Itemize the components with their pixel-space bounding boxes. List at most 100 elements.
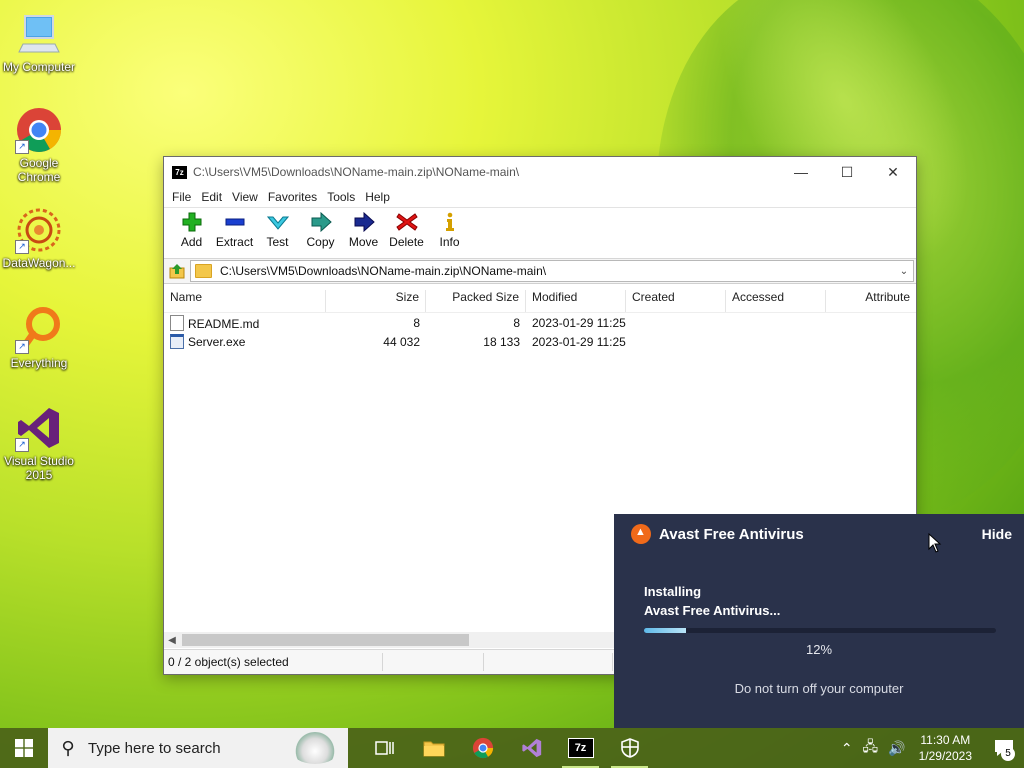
file-packed-size: 8 xyxy=(513,315,520,330)
file-modified: 2023-01-29 11:25 xyxy=(532,315,626,330)
task-view-button[interactable] xyxy=(360,728,409,768)
taskbar-file-explorer[interactable] xyxy=(409,728,458,768)
delete-label: Delete xyxy=(389,235,424,249)
column-created[interactable]: Created xyxy=(626,290,726,312)
desktop-icon-datawagon[interactable]: ↗ DataWagon... xyxy=(0,206,78,270)
search-icon: ⚲ xyxy=(61,737,75,758)
search-highlight-image xyxy=(290,732,340,764)
menu-favorites[interactable]: Favorites xyxy=(263,190,322,204)
extract-button[interactable]: Extract xyxy=(213,208,256,258)
title-bar[interactable]: 7z C:\Users\VM5\Downloads\NOName-main.zi… xyxy=(164,157,916,187)
move-label: Move xyxy=(348,235,379,249)
clock-date: 1/29/2023 xyxy=(918,749,972,763)
test-label: Test xyxy=(266,235,289,249)
visual-studio-icon xyxy=(521,738,541,758)
clock[interactable]: 11:30 AM 1/29/2023 xyxy=(919,732,972,764)
install-line2: Avast Free Antivirus... xyxy=(644,603,781,618)
progress-fill xyxy=(644,628,687,633)
desktop-icon-label: DataWagon... xyxy=(2,256,76,270)
file-size: 44 032 xyxy=(383,334,420,349)
do-not-turn-off-warning: Do not turn off your computer xyxy=(734,681,904,696)
menu-file[interactable]: File xyxy=(167,190,196,204)
window-title: C:\Users\VM5\Downloads\NOName-main.zip\N… xyxy=(193,165,520,179)
volume-icon[interactable]: 🔊 xyxy=(888,740,905,757)
desktop-icon-google-chrome[interactable]: ↗ Google Chrome xyxy=(0,106,78,184)
chevron-up-icon[interactable]: ⌃ xyxy=(841,740,853,757)
shortcut-arrow-icon: ↗ xyxy=(15,240,29,254)
menu-tools[interactable]: Tools xyxy=(322,190,360,204)
add-button[interactable]: Add xyxy=(170,208,213,258)
start-button[interactable] xyxy=(0,728,48,768)
menu-edit[interactable]: Edit xyxy=(196,190,227,204)
windows-logo-icon xyxy=(15,739,33,757)
file-size: 8 xyxy=(413,315,420,330)
file-row[interactable]: Server.exe 44 032 18 133 2023-01-29 11:2… xyxy=(164,332,916,351)
search-placeholder: Type here to search xyxy=(88,739,221,757)
column-headers: Name Size Packed Size Modified Created A… xyxy=(164,290,916,313)
desktop-icon-everything[interactable]: ↗ Everything xyxy=(0,306,78,370)
clock-time: 11:30 AM xyxy=(920,733,971,747)
desktop-icon-my-computer[interactable]: My Computer xyxy=(0,10,78,74)
add-label: Add xyxy=(180,235,203,249)
move-button[interactable]: Move xyxy=(342,208,385,258)
avast-install-panel: Avast Free Antivirus Hide Installing Ava… xyxy=(614,514,1024,728)
path-input[interactable]: C:\Users\VM5\Downloads\NOName-main.zip\N… xyxy=(190,260,914,282)
delete-button[interactable]: Delete xyxy=(385,208,428,258)
minimize-button[interactable]: — xyxy=(778,157,824,187)
taskbar-7zip[interactable]: 7z xyxy=(556,728,605,768)
hide-button[interactable]: Hide xyxy=(982,526,1012,542)
visual-studio-icon: ↗ xyxy=(15,404,63,452)
install-status-text: Installing Avast Free Antivirus... xyxy=(644,582,780,620)
desktop-icon-visual-studio[interactable]: ↗ Visual Studio 2015 xyxy=(0,404,78,482)
test-button[interactable]: Test xyxy=(256,208,299,258)
column-modified[interactable]: Modified xyxy=(526,290,626,312)
info-button[interactable]: Info xyxy=(428,208,471,258)
column-size[interactable]: Size xyxy=(326,290,426,312)
taskbar-visual-studio[interactable] xyxy=(507,728,556,768)
taskbar: ⚲ Type here to search 7z ⌃ 🖧 🔊 11:30 AM … xyxy=(0,728,1024,768)
desktop-icon-label: Visual Studio 2015 xyxy=(4,454,74,482)
scroll-left-icon[interactable]: ◀ xyxy=(164,635,180,646)
folder-icon xyxy=(195,264,212,278)
taskbar-chrome[interactable] xyxy=(458,728,507,768)
shortcut-arrow-icon: ↗ xyxy=(15,340,29,354)
info-label: Info xyxy=(439,235,460,249)
file-row[interactable]: README.md 8 8 2023-01-29 11:25 xyxy=(164,313,916,332)
notification-center-button[interactable]: 5 xyxy=(984,728,1024,768)
progress-percent: 12% xyxy=(805,642,833,657)
toolbar: Add Extract Test Copy Move Delete Info xyxy=(164,208,916,259)
taskbar-security[interactable] xyxy=(605,728,654,768)
move-arrow-icon xyxy=(354,212,375,232)
copy-button[interactable]: Copy xyxy=(299,208,342,258)
column-attribute[interactable]: Attribute xyxy=(826,290,916,312)
file-explorer-icon xyxy=(423,741,444,757)
column-accessed[interactable]: Accessed xyxy=(726,290,826,312)
chrome-icon: ↗ xyxy=(15,106,63,154)
column-name[interactable]: Name xyxy=(164,290,326,312)
info-icon xyxy=(445,212,454,231)
menu-view[interactable]: View xyxy=(227,190,263,204)
shortcut-arrow-icon: ↗ xyxy=(15,438,29,452)
path-text: C:\Users\VM5\Downloads\NOName-main.zip\N… xyxy=(220,264,547,278)
avast-logo-icon xyxy=(631,524,651,544)
desktop-icon-label: Everything xyxy=(10,356,68,370)
maximize-button[interactable]: ☐ xyxy=(824,157,870,187)
chevron-down-icon[interactable]: ⌄ xyxy=(895,266,913,277)
everything-search-icon: ↗ xyxy=(15,306,63,354)
install-line1: Installing xyxy=(644,584,702,599)
extract-label: Extract xyxy=(215,235,254,249)
column-packed-size[interactable]: Packed Size xyxy=(426,290,526,312)
scrollbar-thumb[interactable] xyxy=(182,634,469,646)
close-button[interactable]: ✕ xyxy=(870,157,916,187)
folder-up-icon xyxy=(169,264,185,279)
network-icon[interactable]: 🖧 xyxy=(863,736,879,760)
7zip-app-icon: 7z xyxy=(172,165,187,179)
menu-help[interactable]: Help xyxy=(360,190,395,204)
status-segment xyxy=(484,653,613,671)
file-packed-size: 18 133 xyxy=(483,334,520,349)
text-file-icon xyxy=(170,314,184,331)
up-folder-button[interactable] xyxy=(164,260,190,282)
taskbar-search-box[interactable]: ⚲ Type here to search xyxy=(48,728,348,768)
minus-icon xyxy=(225,218,244,226)
file-name: Server.exe xyxy=(188,335,246,349)
